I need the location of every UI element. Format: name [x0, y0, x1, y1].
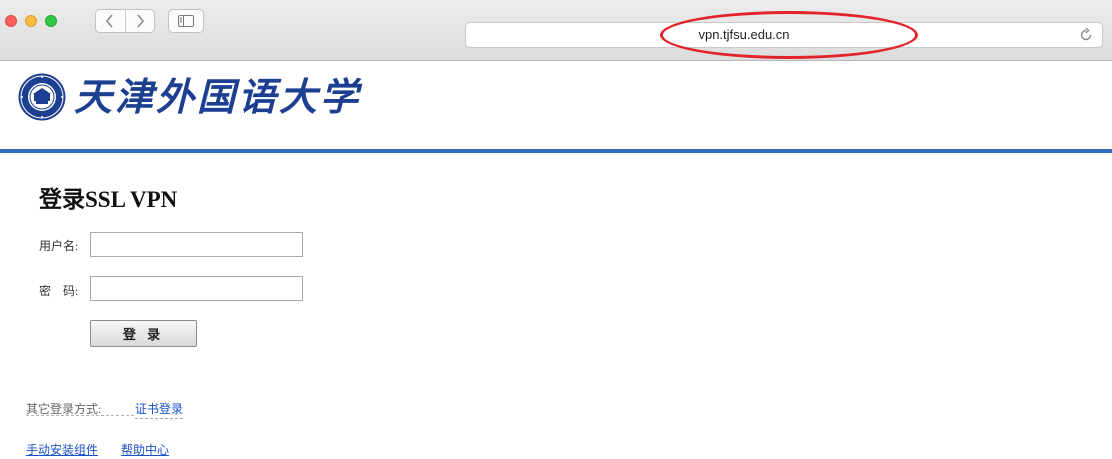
password-input[interactable] [90, 276, 303, 301]
username-label: 用户名: [39, 239, 79, 253]
university-seal-logo [18, 73, 66, 121]
manual-install-components-link[interactable]: 手动安装组件 [26, 441, 98, 458]
address-bar[interactable]: vpn.tjfsu.edu.cn [465, 22, 1103, 48]
sidebar-icon [178, 15, 194, 27]
university-name: 天津外国语大学 [74, 74, 362, 119]
dashed-divider [26, 415, 134, 416]
minimize-window-button[interactable] [25, 15, 37, 27]
sidebar-toggle-button[interactable] [168, 9, 204, 33]
username-input[interactable] [90, 232, 303, 257]
page-title: 登录SSL VPN [39, 187, 178, 212]
address-bar-url[interactable]: vpn.tjfsu.edu.cn [466, 23, 1102, 47]
chevron-right-icon [137, 14, 144, 28]
header-divider [0, 149, 1112, 153]
history-navigation [95, 9, 155, 33]
login-button[interactable]: 登 录 [90, 320, 197, 347]
chevron-left-icon [106, 14, 113, 28]
reload-icon[interactable] [1078, 27, 1094, 43]
certificate-login-link[interactable]: 证书登录 [135, 400, 184, 419]
help-center-link[interactable]: 帮助中心 [121, 441, 169, 458]
forward-button[interactable] [124, 10, 155, 32]
close-window-button[interactable] [5, 15, 17, 27]
password-label: 密 码: [39, 284, 79, 298]
site-header: 天津外国语大学 [0, 61, 1112, 149]
zoom-window-button[interactable] [45, 15, 57, 27]
back-button[interactable] [96, 10, 125, 32]
browser-toolbar: vpn.tjfsu.edu.cn [0, 0, 1112, 61]
